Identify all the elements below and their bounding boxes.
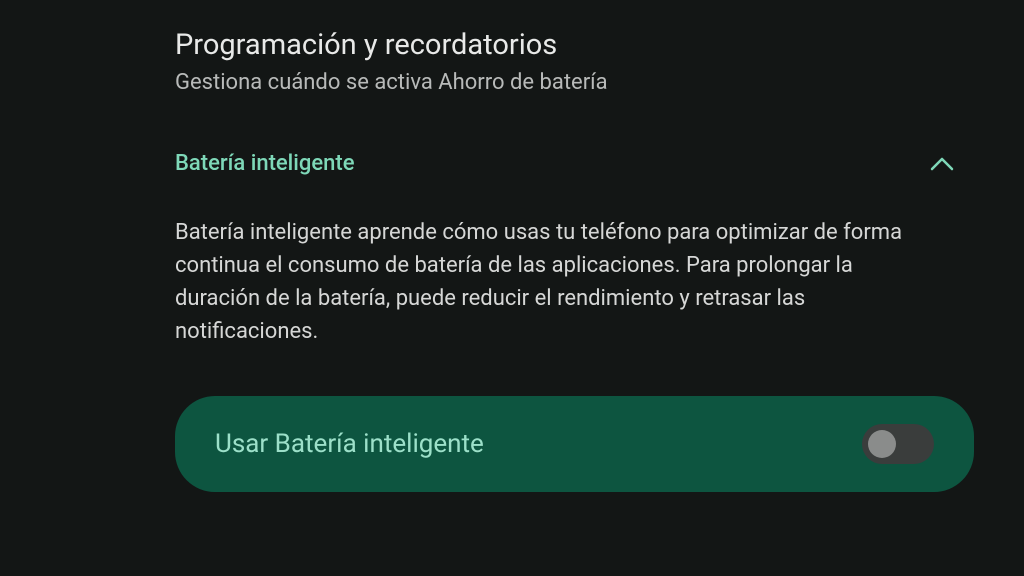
- settings-page: Programación y recordatorios Gestiona cu…: [0, 0, 1024, 520]
- smart-battery-header[interactable]: Batería inteligente: [175, 151, 974, 176]
- page-title: Programación y recordatorios: [175, 28, 974, 62]
- use-smart-battery-card[interactable]: Usar Batería inteligente: [175, 396, 974, 492]
- chevron-up-icon: [930, 152, 954, 176]
- smart-battery-description: Batería inteligente aprende cómo usas tu…: [175, 216, 974, 348]
- smart-battery-toggle[interactable]: [862, 424, 934, 464]
- page-subtitle: Gestiona cuándo se activa Ahorro de bate…: [175, 70, 974, 95]
- toggle-label: Usar Batería inteligente: [215, 429, 484, 459]
- smart-battery-title: Batería inteligente: [175, 151, 355, 176]
- toggle-thumb: [868, 430, 896, 458]
